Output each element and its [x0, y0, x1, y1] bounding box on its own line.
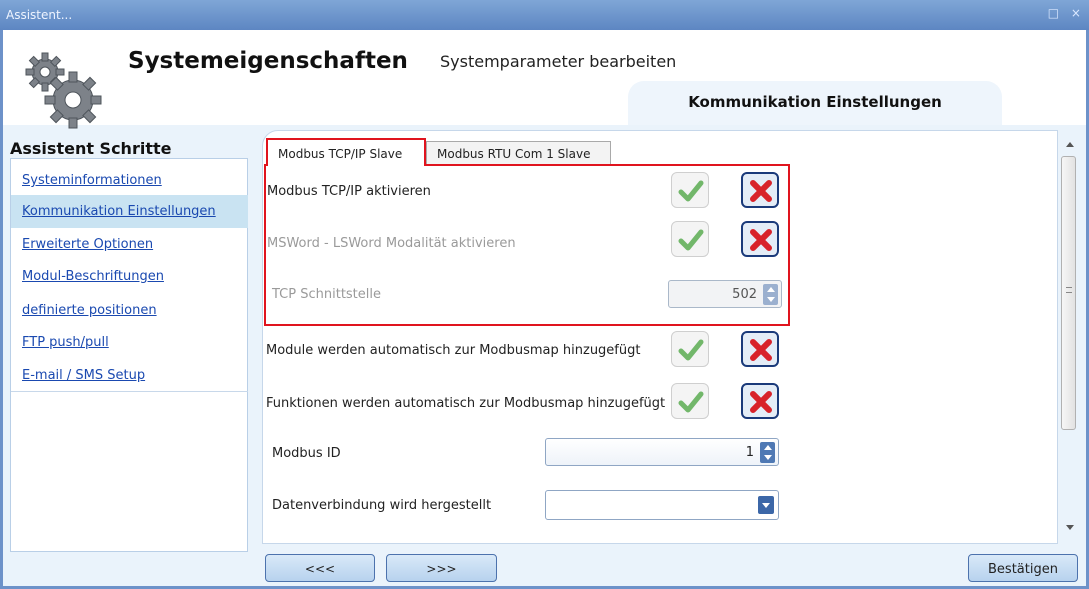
functions-auto-label: Funktionen werden automatisch zur Modbus… — [266, 396, 666, 411]
red-x-icon — [750, 391, 772, 413]
highlight-box — [264, 164, 790, 326]
modbus-id-stepper[interactable]: 1 — [545, 438, 779, 466]
current-step-label: Kommunikation Einstellungen — [688, 93, 942, 111]
scroll-thumb[interactable] — [1061, 156, 1076, 430]
page-title: Systemeigenschaften — [128, 48, 408, 74]
sidebar-item-modul-beschriftungen[interactable]: Modul-Beschriftungen — [11, 260, 248, 293]
data-connection-label: Datenverbindung wird hergestellt — [272, 498, 492, 513]
sidebar-item-erweiterte-optionen[interactable]: Erweiterte Optionen — [11, 228, 248, 261]
next-button[interactable]: >>> — [386, 554, 497, 582]
modbus-id-value: 1 — [745, 445, 754, 460]
current-step-header: Kommunikation Einstellungen — [628, 81, 1002, 125]
tab-modbus-rtu-com1-slave[interactable]: Modbus RTU Com 1 Slave — [426, 141, 611, 166]
functions-auto-x-button[interactable] — [741, 383, 779, 419]
wizard-steps-sidebar: Systeminformationen Kommunikation Einste… — [10, 158, 248, 552]
sidebar-item-systeminformationen[interactable]: Systeminformationen — [11, 164, 248, 197]
title-bar: Assistent... □ × — [0, 0, 1089, 30]
green-check-icon — [678, 339, 704, 361]
window-controls[interactable]: □ × — [1048, 6, 1085, 20]
sidebar-divider — [11, 391, 248, 392]
modbus-id-label: Modbus ID — [272, 446, 341, 461]
chevron-down-icon[interactable] — [758, 496, 774, 514]
gears-icon — [25, 52, 102, 129]
confirm-button[interactable]: Bestätigen — [968, 554, 1078, 582]
green-check-icon — [678, 391, 704, 413]
modules-auto-check-button[interactable] — [671, 331, 709, 367]
sidebar-item-definierte-positionen[interactable]: definierte positionen — [11, 294, 248, 327]
page-subtitle: Systemparameter bearbeiten — [440, 52, 677, 71]
sidebar-item-ftp[interactable]: FTP push/pull — [11, 326, 248, 359]
red-x-icon — [750, 339, 772, 361]
window-title: Assistent... — [6, 8, 73, 22]
back-button[interactable]: <<< — [265, 554, 375, 582]
vertical-scrollbar[interactable] — [1058, 140, 1082, 534]
functions-auto-check-button[interactable] — [671, 383, 709, 419]
sidebar-item-kommunikation[interactable]: Kommunikation Einstellungen — [11, 195, 248, 228]
sidebar-title: Assistent Schritte — [10, 139, 172, 158]
modbus-id-spin-icon[interactable] — [760, 442, 775, 463]
modules-auto-label: Module werden automatisch zur Modbusmap … — [266, 343, 641, 358]
tab-modbus-tcp-slave[interactable]: Modbus TCP/IP Slave — [266, 138, 426, 166]
modules-auto-x-button[interactable] — [741, 331, 779, 367]
scroll-down-icon[interactable] — [1066, 525, 1074, 530]
grip-icon — [1066, 287, 1072, 293]
sidebar-item-email-sms[interactable]: E-mail / SMS Setup — [11, 359, 248, 392]
data-connection-select[interactable] — [545, 490, 779, 520]
scroll-up-icon[interactable] — [1066, 142, 1074, 147]
